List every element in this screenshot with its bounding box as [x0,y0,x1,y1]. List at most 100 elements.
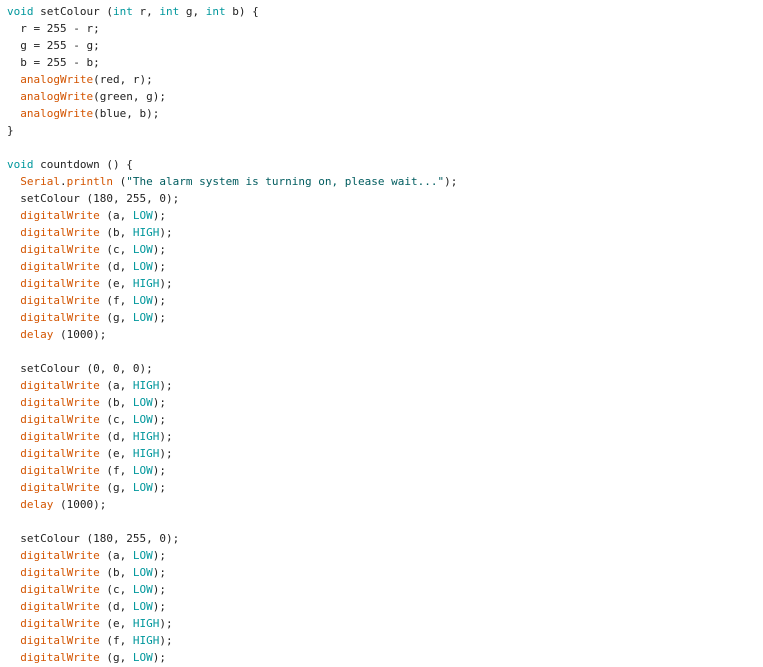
code-line[interactable]: digitalWrite (e, HIGH); [7,275,457,292]
code-token-keyword: void [7,5,34,18]
code-line[interactable]: digitalWrite (c, LOW); [7,241,457,258]
code-line[interactable]: delay (1000); [7,326,457,343]
code-token-string: "The alarm system is turning on, please … [126,175,445,188]
code-token-plain: ); [152,583,166,596]
code-token-function: analogWrite [20,90,94,103]
code-token-plain: (c, [99,413,133,426]
code-line[interactable]: analogWrite(red, r); [7,71,457,88]
code-token-plain: ( [112,175,127,188]
code-line[interactable]: setColour (180, 255, 0); [7,190,457,207]
code-line[interactable]: digitalWrite (a, LOW); [7,547,457,564]
code-line[interactable]: digitalWrite (e, HIGH); [7,615,457,632]
code-line[interactable]: digitalWrite (g, LOW); [7,649,457,666]
code-line[interactable]: digitalWrite (b, HIGH); [7,224,457,241]
code-line[interactable]: digitalWrite (d, LOW); [7,598,457,615]
code-line[interactable]: digitalWrite (a, HIGH); [7,377,457,394]
code-token-function: println [66,175,113,188]
code-line[interactable]: digitalWrite (d, HIGH); [7,428,457,445]
code-token-plain: . [60,175,67,188]
code-token-function: digitalWrite [20,243,100,256]
code-token-constant: LOW [132,294,153,307]
code-token-constant: LOW [132,311,153,324]
code-token-plain: ); [152,243,166,256]
code-token-function: digitalWrite [20,583,100,596]
code-token-function: digitalWrite [20,379,100,392]
code-token-function: digitalWrite [20,464,100,477]
code-line[interactable]: digitalWrite (e, HIGH); [7,445,457,462]
code-line[interactable]: g = 255 - g; [7,37,457,54]
code-line-blank[interactable]: ​ [7,139,457,156]
code-token-plain: setColour ( [33,5,113,18]
code-line[interactable]: setColour (180, 255, 0); [7,530,457,547]
code-line[interactable]: digitalWrite (g, LOW); [7,309,457,326]
code-token-plain: ); [152,311,166,324]
code-line[interactable]: setColour (0, 0, 0); [7,360,457,377]
code-line[interactable]: delay (1000); [7,496,457,513]
code-line[interactable]: digitalWrite (f, HIGH); [7,632,457,649]
code-token-constant: LOW [132,651,153,664]
code-line[interactable]: } [7,122,457,139]
code-line[interactable]: Serial.println ("The alarm system is tur… [7,173,457,190]
code-line[interactable]: digitalWrite (f, LOW); [7,462,457,479]
code-line[interactable]: analogWrite(blue, b); [7,105,457,122]
code-token-keyword: int [205,5,226,18]
code-token-plain: (c, [99,583,133,596]
code-token-plain: ); [152,600,166,613]
code-line[interactable]: b = 255 - b; [7,54,457,71]
code-token-plain: ); [152,294,166,307]
code-token-plain: (a, [99,379,133,392]
code-line[interactable]: void countdown () { [7,156,457,173]
code-token-constant: LOW [132,396,153,409]
code-token-constant: LOW [132,243,153,256]
code-token-plain: (a, [99,549,133,562]
code-token-constant: LOW [132,209,153,222]
code-line[interactable]: digitalWrite (d, LOW); [7,258,457,275]
code-line[interactable]: analogWrite(green, g); [7,88,457,105]
code-line[interactable]: digitalWrite (b, LOW); [7,394,457,411]
code-token-plain: r = 255 - r; [7,22,100,35]
code-token-constant: HIGH [132,379,160,392]
code-token-plain: setColour (180, 255, 0); [7,532,180,545]
code-editor[interactable]: void setColour (int r, int g, int b) { r… [7,3,458,666]
code-token-function: digitalWrite [20,549,100,562]
code-line-blank[interactable]: ​ [7,513,457,530]
code-line[interactable]: void setColour (int r, int g, int b) { [7,3,457,20]
code-token-plain: (red, r); [93,73,153,86]
code-token-plain: (f, [99,634,133,647]
code-token-keyword: int [159,5,180,18]
code-line[interactable]: digitalWrite (f, LOW); [7,292,457,309]
code-token-plain: (a, [99,209,133,222]
code-line[interactable]: digitalWrite (a, LOW); [7,207,457,224]
code-line[interactable]: digitalWrite (c, LOW); [7,581,457,598]
code-token-constant: HIGH [132,277,160,290]
code-token-function: analogWrite [20,73,94,86]
code-line[interactable]: r = 255 - r; [7,20,457,37]
code-token-plain: (e, [99,617,133,630]
code-token-plain: (1000); [53,498,107,511]
code-token-function: digitalWrite [20,226,100,239]
code-token-plain: ); [152,651,166,664]
code-line[interactable]: digitalWrite (b, LOW); [7,564,457,581]
code-line[interactable]: digitalWrite (g, LOW); [7,479,457,496]
code-token-function: digitalWrite [20,396,100,409]
code-token-plain: ); [152,260,166,273]
code-line[interactable]: digitalWrite (c, LOW); [7,411,457,428]
code-token-plain: ); [159,277,173,290]
code-token-plain: (b, [99,226,133,239]
code-line-blank[interactable]: ​ [7,343,457,360]
code-token-plain: (d, [99,260,133,273]
code-token-function: digitalWrite [20,617,100,630]
code-token-plain: ); [159,226,173,239]
